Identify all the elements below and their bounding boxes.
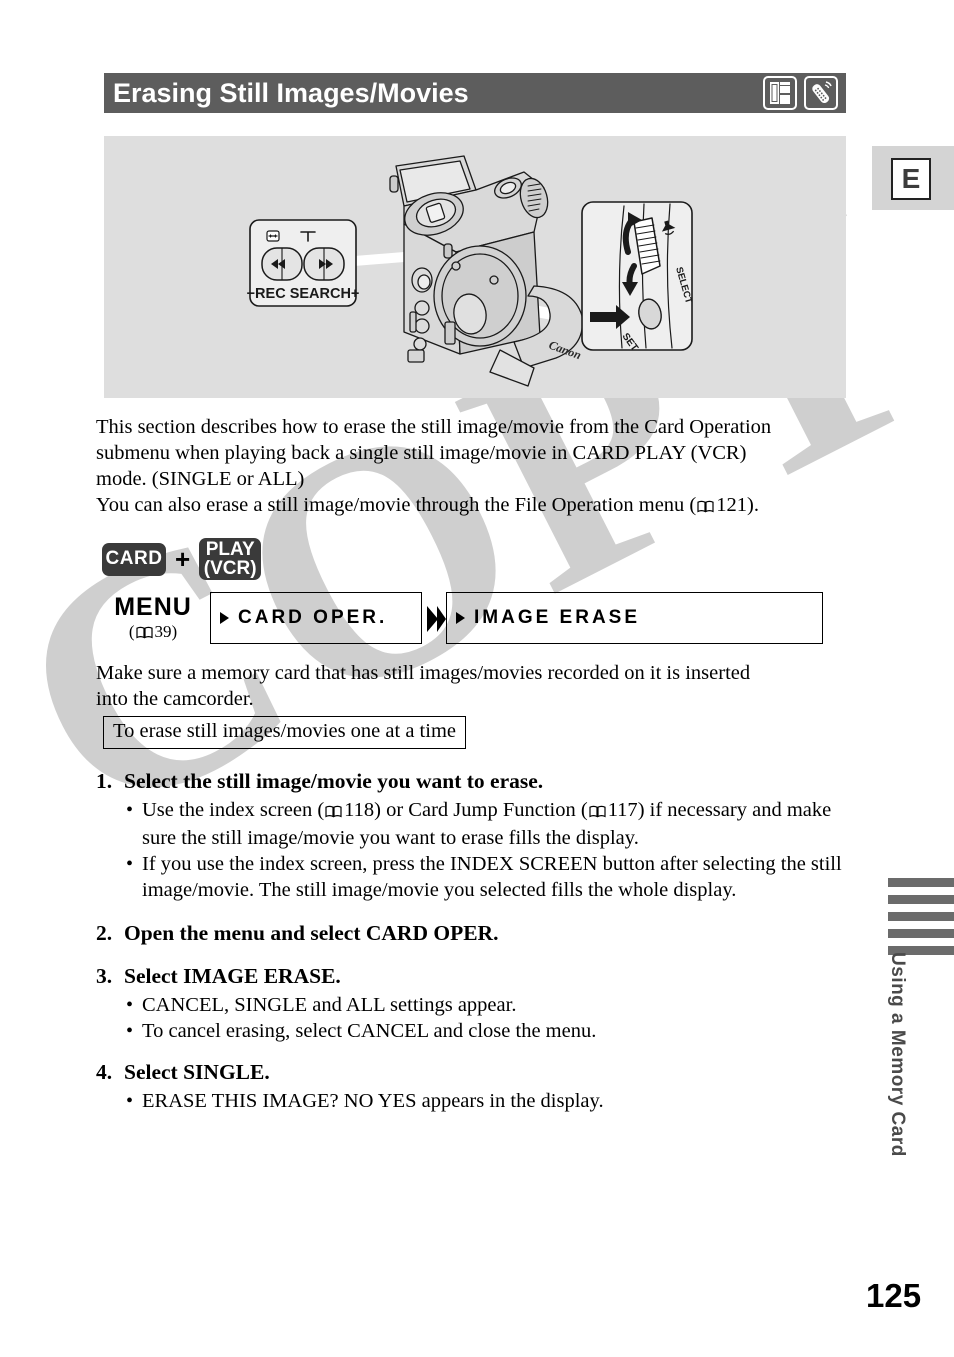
menu-ref-close: ) bbox=[171, 622, 178, 641]
intro-page-ref: 121 bbox=[716, 494, 748, 516]
sidebar-bar bbox=[888, 912, 954, 921]
bullet-dot-icon: • bbox=[126, 1020, 134, 1042]
page-number: 125 bbox=[866, 1277, 922, 1314]
sidebar-bar bbox=[888, 929, 954, 938]
step-4-number: 4. bbox=[96, 1060, 113, 1084]
play-vcr-mode-badge: PLAY (VCR) bbox=[199, 538, 262, 580]
boxed-subtitle: To erase still images/movies one at a ti… bbox=[103, 716, 466, 749]
step-3-bullet-1-text: CANCEL, SINGLE and ALL settings appear. bbox=[142, 994, 517, 1016]
note-paragraph: Make sure a memory card that has still i… bbox=[96, 660, 856, 712]
step-1-number: 1. bbox=[96, 769, 113, 793]
chevron-right-icon bbox=[426, 604, 446, 639]
page-title: Erasing Still Images/Movies bbox=[113, 77, 469, 108]
procedure-steps: 1. Select the still image/movie you want… bbox=[96, 766, 856, 1116]
page-ref-117: 117 bbox=[607, 799, 638, 821]
step-1-heading: 1. Select the still image/movie you want… bbox=[96, 766, 856, 796]
step-2-title: Open the menu and select CARD OPER. bbox=[124, 921, 499, 945]
list-item: • Use the index screen (118) or Card Jump… bbox=[126, 799, 832, 849]
note-line-2: into the camcorder. bbox=[96, 688, 254, 710]
menu-label-group: MENU (39) bbox=[98, 594, 208, 644]
list-item: • To cancel erasing, select CANCEL and cl… bbox=[96, 1018, 856, 1044]
menu-pointer-triangle-icon bbox=[220, 612, 229, 624]
menu-path-row: MENU (39) CARD OPER. IMAGE ERASE bbox=[98, 592, 858, 648]
mode-badge-row: CARD + PLAY (VCR) bbox=[102, 538, 262, 580]
menu-label: MENU bbox=[114, 593, 192, 621]
sidebar-bar bbox=[888, 878, 954, 887]
intro-paragraph: This section describes how to erase the … bbox=[96, 414, 856, 520]
header-icon-group bbox=[763, 76, 838, 110]
step-4-bullets: • ERASE THIS IMAGE? NO YES appears in the… bbox=[96, 1088, 856, 1114]
sidebar-bar bbox=[888, 895, 954, 904]
sidebar-marker-bars bbox=[888, 878, 954, 963]
note-line-1: Make sure a memory card that has still i… bbox=[96, 662, 751, 684]
step-2-heading: 2. Open the menu and select CARD OPER. bbox=[96, 918, 856, 948]
book-reference-icon bbox=[589, 799, 606, 825]
menu-page-reference: (39) bbox=[98, 622, 208, 644]
step-3-number: 3. bbox=[96, 964, 113, 988]
card-camcorder-icon bbox=[763, 76, 797, 110]
step-3: 3. Select IMAGE ERASE. • CANCEL, SINGLE a… bbox=[96, 961, 856, 1044]
step-4: 4. Select SINGLE. • ERASE THIS IMAGE? NO … bbox=[96, 1057, 856, 1114]
section-header-bar: Erasing Still Images/Movies bbox=[104, 73, 846, 113]
book-reference-icon bbox=[697, 494, 714, 520]
menu-item-card-oper[interactable]: CARD OPER. bbox=[210, 592, 422, 644]
mode-plus-sign: + bbox=[175, 543, 191, 574]
intro-line-2: submenu when playing back a single still… bbox=[96, 442, 747, 464]
intro-line-4: You can also erase a still image/movie t… bbox=[96, 492, 856, 520]
menu-item-label: CARD OPER. bbox=[238, 607, 388, 628]
card-mode-badge: CARD bbox=[102, 542, 166, 576]
step-1-bullet-2-text: If you use the index screen, press the I… bbox=[142, 853, 842, 901]
margin-chapter-tab: E bbox=[872, 146, 954, 210]
step-3-heading: 3. Select IMAGE ERASE. bbox=[96, 961, 856, 991]
bullet-dot-icon: • bbox=[126, 994, 134, 1016]
step-4-title: Select SINGLE. bbox=[124, 1060, 270, 1084]
page-content: Erasing Still Images/Movies E Canon −REC… bbox=[0, 0, 954, 1357]
chapter-letter: E bbox=[891, 158, 931, 200]
list-item: • ERASE THIS IMAGE? NO YES appears in the… bbox=[96, 1088, 856, 1114]
page-ref-118: 118 bbox=[344, 799, 375, 821]
bullet-dot-icon: • bbox=[126, 1090, 134, 1112]
step-4-bullet-1-text: ERASE THIS IMAGE? NO YES appears in the … bbox=[142, 1090, 604, 1112]
step-2-number: 2. bbox=[96, 921, 113, 945]
list-item: • CANCEL, SINGLE and ALL settings appear. bbox=[96, 992, 856, 1018]
intro-line-4-end: ). bbox=[747, 494, 759, 516]
book-reference-icon bbox=[325, 799, 342, 825]
step-2: 2. Open the menu and select CARD OPER. bbox=[96, 918, 856, 948]
camcorder-illustration: Canon −REC SEARCH+ SET SELECT bbox=[104, 136, 846, 398]
sidebar-chapter-label: Using a Memory Card bbox=[887, 952, 908, 1157]
play-label-line2: (VCR) bbox=[203, 557, 257, 579]
step-1-title: Select the still image/movie you want to… bbox=[124, 769, 544, 793]
step-3-bullets: • CANCEL, SINGLE and ALL settings appear.… bbox=[96, 992, 856, 1044]
play-label-line1: PLAY bbox=[205, 538, 255, 560]
list-item: • If you use the index screen, press the … bbox=[96, 851, 856, 903]
intro-line-3: mode. (SINGLE or ALL) bbox=[96, 468, 305, 490]
remote-control-icon bbox=[804, 76, 838, 110]
step-3-title: Select IMAGE ERASE. bbox=[124, 964, 341, 988]
step-1: 1. Select the still image/movie you want… bbox=[96, 766, 856, 903]
intro-line-1: This section describes how to erase the … bbox=[96, 416, 772, 438]
rec-search-label: −REC SEARCH+ bbox=[247, 286, 360, 302]
camcorder-diagram: Canon −REC SEARCH+ SET SELECT bbox=[247, 155, 694, 387]
menu-ref-open: ( bbox=[128, 622, 135, 641]
step-1-bullets: • Use the index screen (118) or Card Jump… bbox=[96, 797, 856, 903]
intro-line-4-text: You can also erase a still image/movie t… bbox=[96, 494, 697, 516]
menu-pointer-triangle-icon bbox=[456, 612, 465, 624]
menu-item-label: IMAGE ERASE bbox=[474, 607, 641, 628]
step-4-heading: 4. Select SINGLE. bbox=[96, 1057, 856, 1087]
step-3-bullet-2-text: To cancel erasing, select CANCEL and clo… bbox=[142, 1020, 597, 1042]
bullet-dot-icon: • bbox=[126, 799, 134, 821]
menu-item-image-erase[interactable]: IMAGE ERASE bbox=[446, 592, 823, 644]
bullet-dot-icon: • bbox=[126, 853, 134, 875]
menu-ref-page: 39 bbox=[154, 622, 172, 641]
book-reference-icon bbox=[135, 624, 153, 644]
